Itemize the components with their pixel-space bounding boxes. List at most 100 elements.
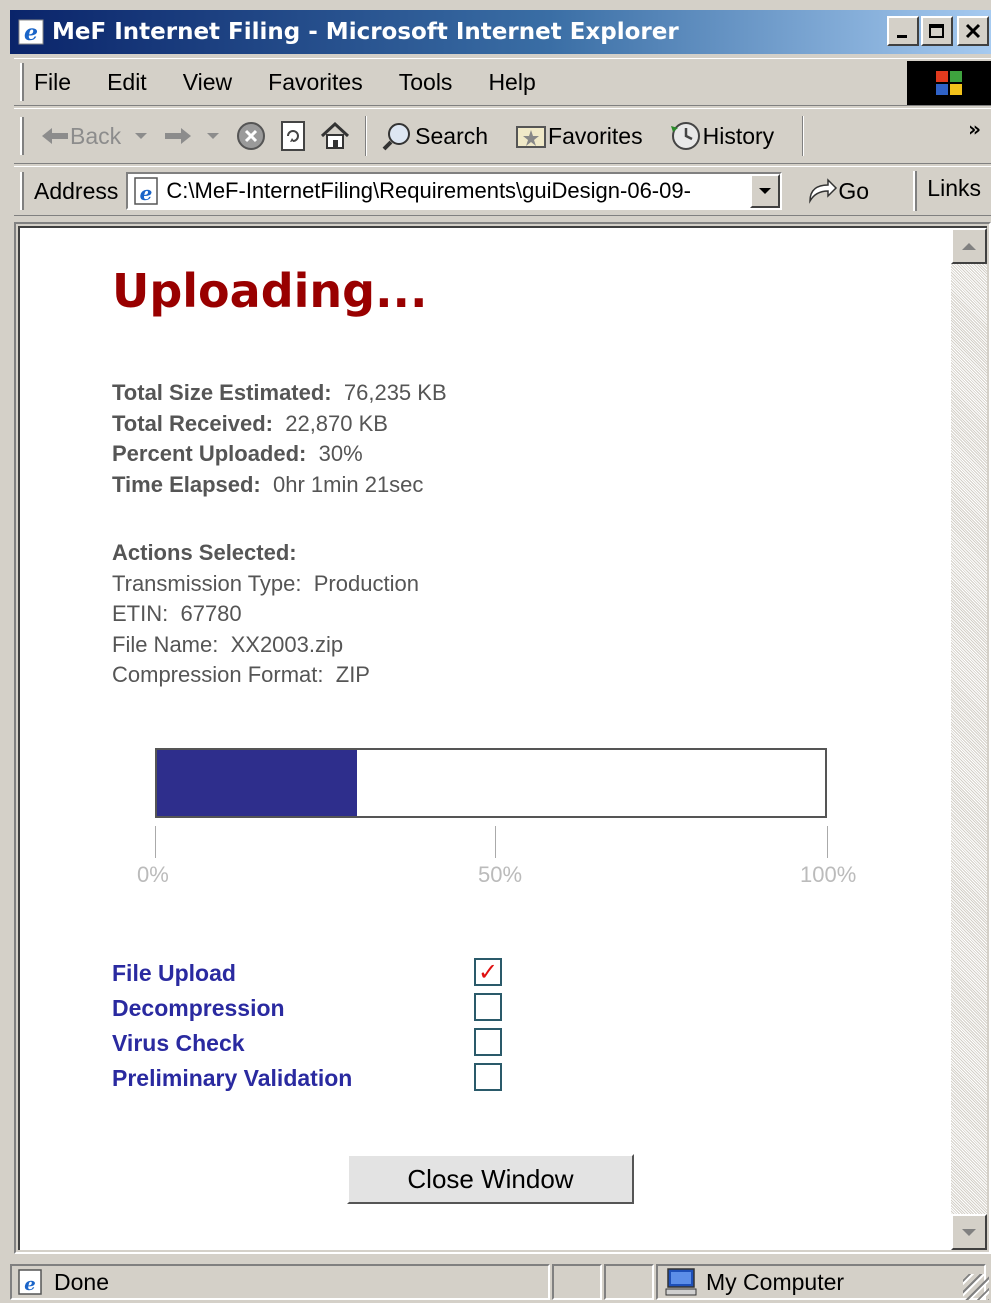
stat-label: Total Received: — [112, 410, 273, 436]
status-security-panel — [604, 1264, 654, 1300]
action-label: Compression Format: — [112, 662, 324, 687]
window-title: MeF Internet Filing - Microsoft Internet… — [52, 19, 679, 45]
close-window-button[interactable]: Close Window — [347, 1154, 634, 1204]
step-checkbox — [474, 993, 502, 1021]
action-value: Production — [313, 570, 419, 596]
chevron-down-icon[interactable] — [203, 130, 223, 142]
resize-grip[interactable] — [963, 1274, 989, 1300]
vertical-scrollbar[interactable] — [951, 228, 987, 1250]
action-file-name: File Name: XX2003.zip — [112, 630, 419, 661]
stop-button[interactable] — [229, 114, 273, 158]
title-bar[interactable]: e MeF Internet Filing - Microsoft Intern… — [10, 10, 991, 54]
refresh-button[interactable] — [273, 114, 313, 158]
browser-viewport: Uploading... Total Size Estimated: 76,23… — [14, 222, 991, 1254]
progress-tick-label: 50% — [478, 862, 523, 887]
status-zone-label: My Computer — [706, 1268, 845, 1295]
address-input[interactable]: e C:\MeF-InternetFiling\Requirements\gui… — [126, 172, 783, 210]
stat-total-received: Total Received: 22,870 KB — [112, 409, 447, 440]
history-button[interactable]: History — [663, 114, 781, 158]
step-decompression: Decompression — [112, 991, 502, 1026]
progress-tick — [155, 826, 156, 858]
step-virus-check: Virus Check — [112, 1026, 502, 1061]
progress-tick-label: 0% — [137, 862, 169, 887]
menu-view[interactable]: View — [183, 69, 232, 96]
toolbar-grip[interactable] — [20, 63, 24, 101]
action-value: 67780 — [180, 601, 242, 626]
svg-text:e: e — [140, 181, 153, 205]
close-window-x-button[interactable] — [957, 16, 989, 46]
scroll-up-button[interactable] — [951, 228, 987, 264]
svg-text:e: e — [24, 20, 38, 45]
forward-arrow-icon — [165, 128, 192, 144]
stat-label: Time Elapsed: — [112, 471, 261, 497]
search-label: Search — [415, 122, 489, 149]
action-value: XX2003.zip — [230, 631, 344, 657]
status-text: Done — [54, 1268, 109, 1295]
maximize-button[interactable] — [921, 16, 953, 46]
menu-tools[interactable]: Tools — [399, 69, 453, 96]
links-button[interactable]: Links — [927, 175, 981, 202]
back-arrow-icon — [42, 128, 68, 144]
stat-value: 0hr 1min 21sec — [273, 471, 424, 497]
favorites-button[interactable]: Favorites — [508, 114, 649, 158]
menu-help[interactable]: Help — [488, 69, 535, 96]
step-label: Preliminary Validation — [112, 1065, 353, 1091]
step-checkbox: ✓ — [474, 958, 502, 986]
arrow-up-icon — [962, 242, 976, 250]
minimize-button[interactable] — [887, 16, 919, 46]
stat-label: Total Size Estimated: — [112, 380, 332, 405]
home-button[interactable] — [313, 114, 357, 158]
progress-tick — [827, 826, 828, 858]
address-label: Address — [34, 177, 119, 204]
menu-edit[interactable]: Edit — [107, 69, 147, 96]
upload-stats: Total Size Estimated: 76,235 KB Total Re… — [112, 378, 447, 500]
forward-button[interactable] — [157, 114, 229, 158]
refresh-icon — [281, 121, 306, 151]
toolbar-grip[interactable] — [20, 117, 24, 155]
ie-logo-icon[interactable]: e — [16, 17, 46, 47]
step-checkbox — [474, 1028, 502, 1056]
page-icon: e — [18, 1269, 42, 1295]
links-separator — [913, 171, 917, 211]
status-progress-panel — [552, 1264, 602, 1300]
favorites-icon — [516, 126, 547, 148]
stat-label: Percent Uploaded: — [112, 441, 307, 466]
chevron-down-icon[interactable] — [131, 130, 151, 142]
search-button[interactable]: Search — [375, 114, 494, 158]
page-content: Uploading... Total Size Estimated: 76,23… — [20, 228, 950, 1250]
favorites-label: Favorites — [548, 122, 643, 149]
chevron-down-icon — [759, 188, 772, 194]
stat-value: 76,235 KB — [343, 380, 447, 405]
stat-value: 30% — [318, 441, 363, 466]
menu-favorites[interactable]: Favorites — [268, 69, 363, 96]
toolbar-overflow-chevron[interactable]: » — [968, 117, 981, 141]
action-label: Transmission Type: — [112, 570, 302, 596]
status-zone-panel: My Computer — [656, 1264, 986, 1300]
go-label: Go — [838, 177, 870, 204]
scroll-down-button[interactable] — [951, 1214, 987, 1250]
computer-icon — [665, 1268, 697, 1296]
windows-logo-icon — [907, 61, 991, 105]
action-label: File Name: — [112, 631, 219, 657]
upload-progress-bar — [155, 748, 827, 818]
status-bar: e Done My Computer — [10, 1262, 991, 1302]
stat-total-size: Total Size Estimated: 76,235 KB — [112, 378, 447, 409]
address-dropdown-button[interactable] — [750, 174, 781, 208]
toolbar-separator — [802, 116, 805, 156]
toolbar-grip[interactable] — [20, 172, 24, 210]
history-icon — [670, 122, 700, 150]
progress-tick — [495, 826, 496, 858]
page-title: Uploading... — [112, 264, 428, 318]
stop-icon — [237, 122, 266, 150]
action-value: ZIP — [335, 662, 370, 687]
back-button[interactable]: Back — [34, 114, 157, 158]
step-label: Decompression — [112, 995, 285, 1021]
go-arrow-icon — [809, 178, 838, 204]
address-value: C:\MeF-InternetFiling\Requirements\guiDe… — [166, 178, 691, 203]
menu-file[interactable]: File — [34, 69, 71, 96]
step-preliminary-validation: Preliminary Validation — [112, 1061, 502, 1096]
progress-tick-label: 100% — [800, 862, 857, 887]
go-button[interactable]: Go — [806, 177, 869, 205]
toolbar-separator — [365, 116, 368, 156]
home-icon — [321, 121, 350, 149]
